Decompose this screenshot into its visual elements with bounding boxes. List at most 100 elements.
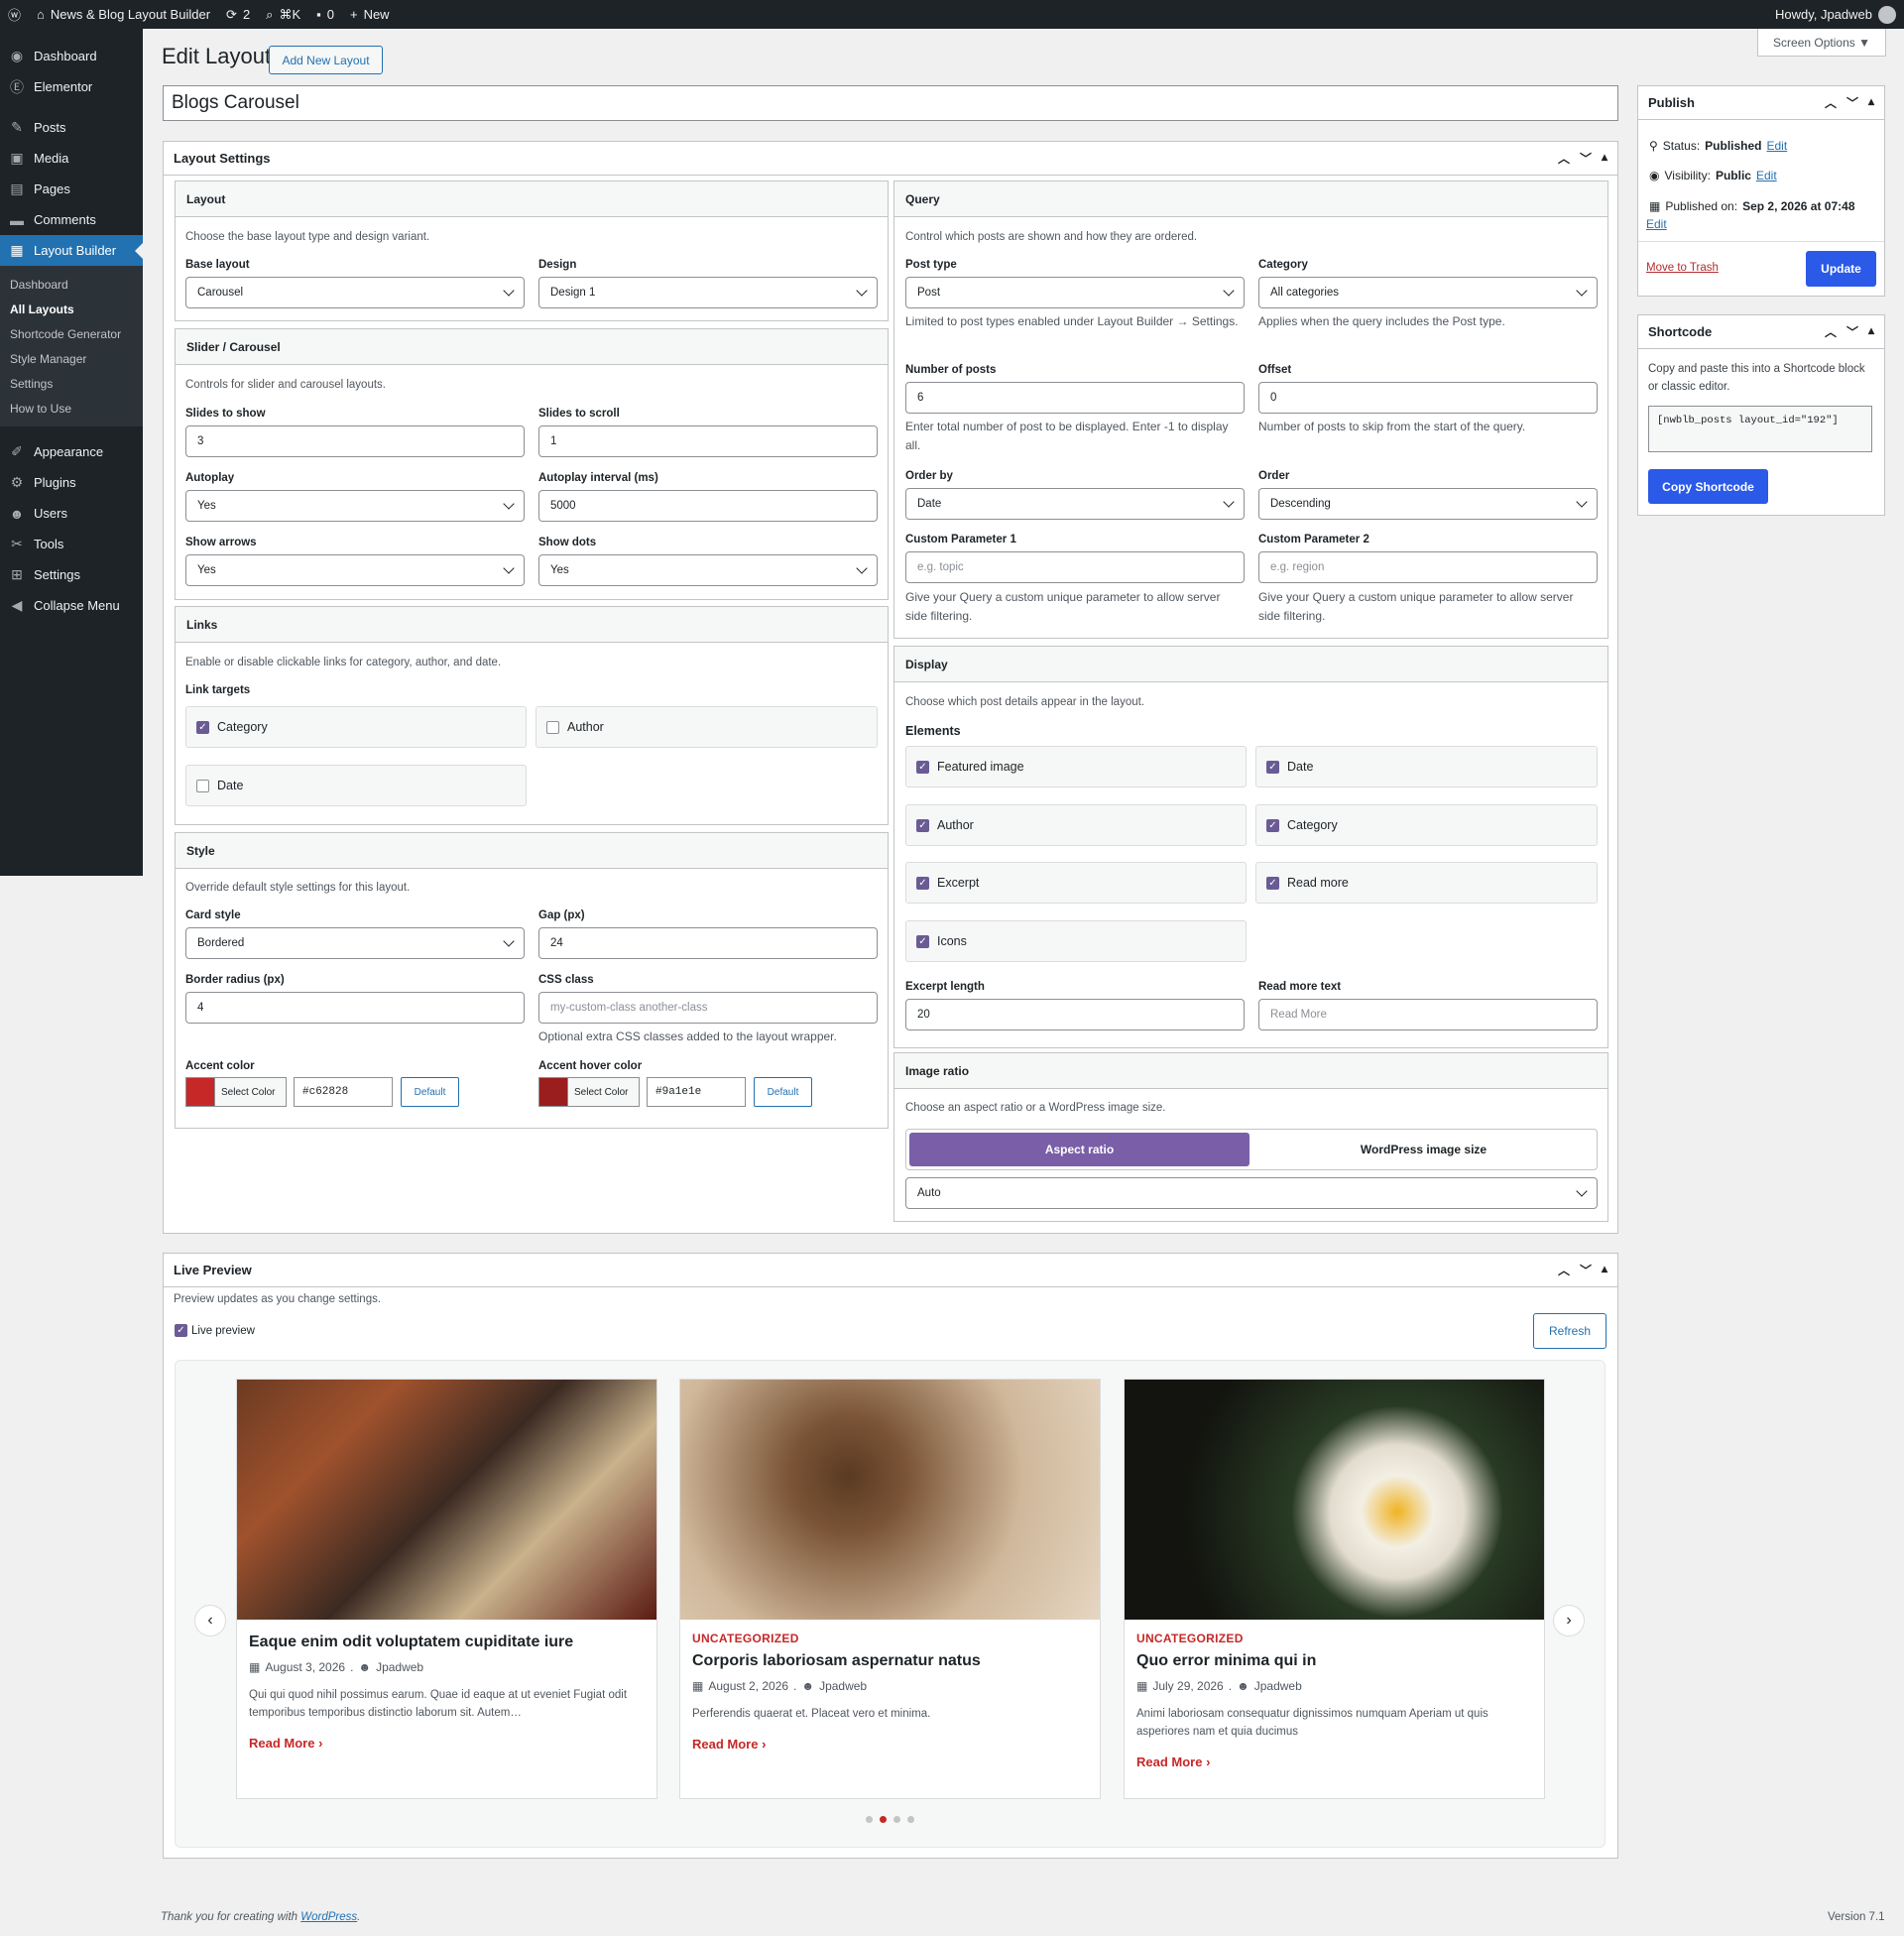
toggle-icon[interactable]: ▴ [1868,94,1874,111]
read-more-checkbox[interactable]: ✓ Read more [1255,862,1598,904]
excerpt-checkbox[interactable]: ✓ Excerpt [905,862,1247,904]
menu-pages[interactable]: ▤ Pages [0,174,143,204]
wordpress-link[interactable]: WordPress [300,1911,357,1923]
carousel-dot[interactable] [866,1816,873,1823]
submenu-how-to-use[interactable]: How to Use [0,396,143,421]
post-title[interactable]: Quo error minima qui in [1136,1652,1532,1670]
category-checkbox[interactable]: ✓ Category [1255,804,1598,846]
gap-input[interactable]: 24 [538,927,878,959]
featured-image[interactable] [237,1380,656,1620]
read-more-link[interactable]: Read More › [249,1736,645,1751]
read-more-text-input[interactable]: Read More [1258,999,1598,1030]
wordpress-logo-icon[interactable]: ⓦ [0,0,29,29]
hover-default-button[interactable]: Default [754,1077,812,1107]
featured-image-checkbox[interactable]: ✓ Featured image [905,746,1247,787]
live-preview-checkbox[interactable]: ✓ Live preview [175,1324,255,1337]
new-content-link[interactable]: + New [342,0,398,29]
date-checkbox[interactable]: ✓ Date [1255,746,1598,787]
design-select[interactable]: Design 1 [538,277,878,308]
status-edit-link[interactable]: Edit [1767,139,1788,153]
order-select[interactable]: Descending [1258,488,1598,520]
accent-select-color-button[interactable]: Select Color [215,1077,287,1107]
category-select[interactable]: All categories [1258,277,1598,308]
hover-hex-input[interactable]: #9a1e1e [647,1077,746,1107]
move-down-icon[interactable]: ﹀ [1846,323,1858,340]
shortcode-textarea[interactable]: [nwblb_posts layout_id="192"] [1648,406,1872,452]
menu-plugins[interactable]: ⚙ Plugins [0,467,143,498]
featured-image[interactable] [1125,1380,1544,1620]
carousel-dot-active[interactable] [880,1816,887,1823]
site-name-link[interactable]: ⌂ News & Blog Layout Builder [29,0,218,29]
post-type-select[interactable]: Post [905,277,1245,308]
num-posts-input[interactable]: 6 [905,382,1245,414]
offset-input[interactable]: 0 [1258,382,1598,414]
post-title[interactable]: Eaque enim odit voluptatem cupiditate iu… [249,1634,645,1651]
author-checkbox[interactable]: ✓ Author [905,804,1247,846]
excerpt-length-input[interactable]: 20 [905,999,1245,1030]
autoplay-select[interactable]: Yes [185,490,525,522]
submenu-dashboard[interactable]: Dashboard [0,272,143,297]
menu-posts[interactable]: ✎ Posts [0,112,143,143]
submenu-all-layouts[interactable]: All Layouts [0,297,143,321]
refresh-button[interactable]: Refresh [1533,1313,1606,1349]
menu-appearance[interactable]: ✐ Appearance [0,436,143,467]
link-date-checkbox[interactable]: Date [185,765,527,806]
menu-collapse[interactable]: ◀ Collapse Menu [0,590,143,621]
copy-shortcode-button[interactable]: Copy Shortcode [1648,469,1768,504]
menu-settings[interactable]: ⊞ Settings [0,559,143,590]
menu-layout-builder[interactable]: ▦ Layout Builder [0,235,143,266]
submenu-shortcode-generator[interactable]: Shortcode Generator [0,321,143,346]
aspect-ratio-tab[interactable]: Aspect ratio [909,1133,1250,1166]
read-more-link[interactable]: Read More › [692,1737,1088,1752]
base-layout-select[interactable]: Carousel [185,277,525,308]
update-button[interactable]: Update [1806,251,1876,287]
post-category[interactable]: UNCATEGORIZED [692,1632,1088,1645]
custom-param-1-input[interactable]: e.g. topic [905,551,1245,583]
next-arrow-button[interactable]: › [1553,1605,1585,1636]
move-down-icon[interactable]: ﹀ [1580,1262,1592,1278]
card-style-select[interactable]: Bordered [185,927,525,959]
dots-select[interactable]: Yes [538,554,878,586]
toggle-icon[interactable]: ▴ [1602,1262,1607,1278]
updates-link[interactable]: ⟳ 2 [218,0,258,29]
toggle-icon[interactable]: ▴ [1868,323,1874,340]
menu-tools[interactable]: ✂ Tools [0,529,143,559]
menu-users[interactable]: ☻ Users [0,498,143,529]
screen-options-button[interactable]: Screen Options ▼ [1757,29,1886,57]
published-edit-link[interactable]: Edit [1646,217,1667,231]
menu-comments[interactable]: ▬ Comments [0,204,143,235]
link-author-checkbox[interactable]: Author [536,706,878,748]
move-up-icon[interactable]: ︿ [1825,94,1837,111]
carousel-dot[interactable] [907,1816,914,1823]
accent-color-swatch[interactable] [185,1077,215,1107]
comments-link[interactable]: ▪ 0 [308,0,342,29]
custom-param-2-input[interactable]: e.g. region [1258,551,1598,583]
toggle-icon[interactable]: ▴ [1602,150,1607,167]
command-palette-link[interactable]: ⌕ ⌘K [258,0,308,29]
read-more-link[interactable]: Read More › [1136,1754,1532,1769]
arrows-select[interactable]: Yes [185,554,525,586]
menu-dashboard[interactable]: ◉ Dashboard [0,41,143,71]
move-to-trash-link[interactable]: Move to Trash [1646,262,1719,274]
my-account-link[interactable]: Howdy, Jpadweb [1767,0,1904,29]
post-category[interactable]: UNCATEGORIZED [1136,1632,1532,1645]
submenu-settings[interactable]: Settings [0,371,143,396]
add-new-layout-button[interactable]: Add New Layout [269,46,383,74]
link-category-checkbox[interactable]: ✓ Category [185,706,527,748]
prev-arrow-button[interactable]: ‹ [194,1605,226,1636]
aspect-ratio-select[interactable]: Auto [905,1177,1598,1209]
icons-checkbox[interactable]: ✓ Icons [905,920,1247,962]
css-class-input[interactable]: my-custom-class another-class [538,992,878,1024]
radius-input[interactable]: 4 [185,992,525,1024]
wp-image-size-tab[interactable]: WordPress image size [1253,1133,1594,1166]
menu-media[interactable]: ▣ Media [0,143,143,174]
post-title[interactable]: Corporis laboriosam aspernatur natus [692,1652,1088,1670]
interval-input[interactable]: 5000 [538,490,878,522]
carousel-dot[interactable] [893,1816,900,1823]
move-down-icon[interactable]: ﹀ [1846,94,1858,111]
featured-image[interactable] [680,1380,1100,1620]
order-by-select[interactable]: Date [905,488,1245,520]
move-up-icon[interactable]: ︿ [1558,150,1570,167]
hover-select-color-button[interactable]: Select Color [568,1077,640,1107]
move-up-icon[interactable]: ︿ [1825,323,1837,340]
